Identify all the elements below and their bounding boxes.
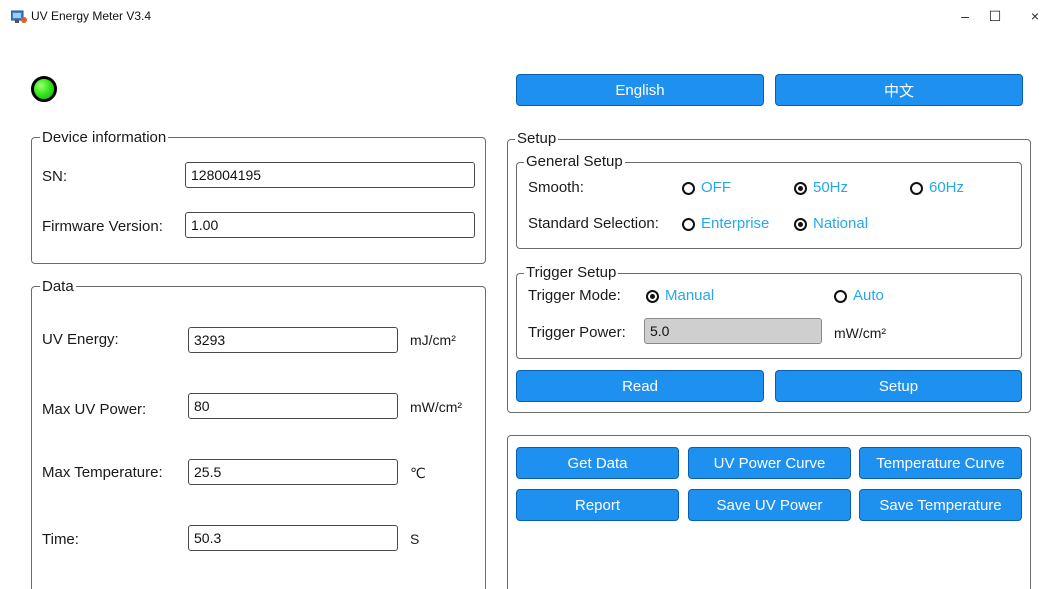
maximize-button[interactable]: ☐ <box>980 4 1010 28</box>
trigger-manual-radio[interactable]: Manual <box>646 287 714 305</box>
max-uv-power-label: Max UV Power: <box>42 401 147 418</box>
max-temperature-unit: ℃ <box>410 465 426 481</box>
standard-national-radio[interactable]: National <box>794 215 868 233</box>
trigger-setup-title: Trigger Setup <box>524 264 619 281</box>
radio-indicator <box>794 181 807 195</box>
radio-indicator <box>682 217 695 231</box>
trigger-power-label: Trigger Power: <box>528 324 626 341</box>
general-setup-title: General Setup <box>524 153 625 170</box>
uv-power-curve-button[interactable]: UV Power Curve <box>688 447 851 479</box>
sn-field[interactable]: 128004195 <box>185 162 475 188</box>
firmware-version-label: Firmware Version: <box>42 218 163 235</box>
save-temperature-button[interactable]: Save Temperature <box>859 489 1022 521</box>
window-title: UV Energy Meter V3.4 <box>31 9 152 23</box>
uv-energy-label: UV Energy: <box>42 331 119 348</box>
read-button[interactable]: Read <box>516 370 764 402</box>
smooth-label: Smooth: <box>528 179 584 196</box>
max-uv-power-field[interactable]: 80 <box>188 393 398 419</box>
time-label: Time: <box>42 531 79 548</box>
english-button[interactable]: English <box>516 74 764 106</box>
connection-status-led <box>31 76 57 102</box>
trigger-power-field: 5.0 <box>644 318 822 344</box>
uv-energy-field[interactable]: 3293 <box>188 327 398 353</box>
firmware-version-field[interactable]: 1.00 <box>185 212 475 238</box>
radio-indicator <box>794 217 807 231</box>
device-information-title: Device information <box>40 129 169 146</box>
chinese-button[interactable]: 中文 <box>775 74 1023 106</box>
standard-enterprise-radio[interactable]: Enterprise <box>682 215 769 233</box>
radio-label: Enterprise <box>701 215 770 232</box>
time-unit: S <box>410 531 420 547</box>
radio-indicator <box>910 181 923 195</box>
sn-label: SN: <box>42 168 68 185</box>
get-data-button[interactable]: Get Data <box>516 447 679 479</box>
radio-label: OFF <box>701 179 731 196</box>
temperature-curve-button[interactable]: Temperature Curve <box>859 447 1022 479</box>
radio-label: 50Hz <box>813 179 849 196</box>
setup-button[interactable]: Setup <box>775 370 1022 402</box>
radio-label: Manual <box>665 287 715 304</box>
smooth-off-radio[interactable]: OFF <box>682 179 731 197</box>
smooth-60hz-radio[interactable]: 60Hz <box>910 179 964 197</box>
radio-label: National <box>813 215 869 232</box>
smooth-50hz-radio[interactable]: 50Hz <box>794 179 848 197</box>
standard-selection-label: Standard Selection: <box>528 215 659 232</box>
radio-indicator <box>682 181 695 195</box>
radio-indicator <box>646 289 659 303</box>
radio-indicator <box>834 289 847 303</box>
setup-title: Setup <box>515 130 559 147</box>
device-information-group <box>31 137 486 264</box>
trigger-mode-label: Trigger Mode: <box>528 287 621 304</box>
max-temperature-field[interactable]: 25.5 <box>188 459 398 485</box>
trigger-power-unit: mW/cm² <box>834 325 887 341</box>
trigger-auto-radio[interactable]: Auto <box>834 287 884 305</box>
max-temperature-label: Max Temperature: <box>42 464 163 481</box>
close-button[interactable]: × <box>1020 4 1041 28</box>
report-button[interactable]: Report <box>516 489 679 521</box>
save-uv-power-button[interactable]: Save UV Power <box>688 489 851 521</box>
uv-energy-unit: mJ/cm² <box>410 332 456 348</box>
radio-label: Auto <box>853 287 884 304</box>
general-setup-group <box>516 162 1022 249</box>
trigger-setup-group <box>516 273 1022 359</box>
max-uv-power-unit: mW/cm² <box>410 399 463 415</box>
radio-label: 60Hz <box>929 179 965 196</box>
app-icon <box>11 10 27 23</box>
minimize-button[interactable]: – <box>950 4 980 28</box>
time-field[interactable]: 50.3 <box>188 525 398 551</box>
data-title: Data <box>40 278 76 295</box>
